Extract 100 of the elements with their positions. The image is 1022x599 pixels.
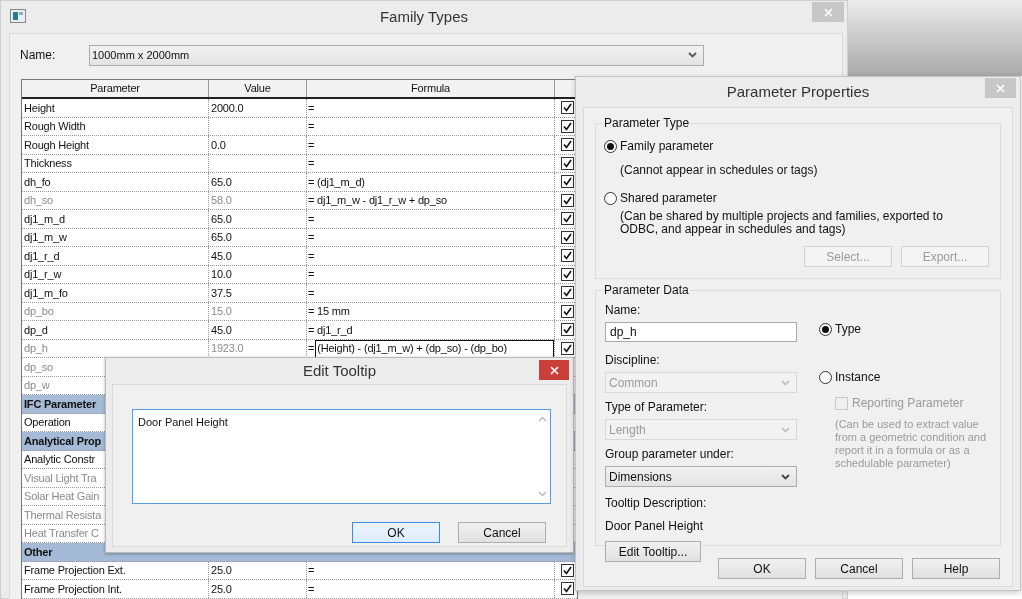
option-description: (Can be shared by multiple projects and families, exported to ODBC, and appear in schedules and tags) xyxy=(620,210,944,236)
parameter-name: dp_bo xyxy=(24,304,54,319)
formula-cell-text: = xyxy=(308,248,315,264)
value-cell-text: 25.0 xyxy=(211,581,232,597)
dialog-title: Edit Tooltip xyxy=(302,360,377,381)
close-icon xyxy=(549,365,559,375)
parameter-name: Thickness xyxy=(24,156,72,171)
formula-cell-text: = xyxy=(308,230,315,245)
checkbox[interactable] xyxy=(560,563,574,577)
parameter-name: Visual Light Tra xyxy=(24,470,97,486)
checkbox[interactable] xyxy=(560,101,574,115)
button[interactable]: OK xyxy=(718,558,806,579)
column-header: Value xyxy=(209,80,307,97)
parameter-name: Height xyxy=(24,100,55,116)
tooltip-text-area[interactable]: Door Panel Height xyxy=(132,409,551,504)
value-cell-text: 25.0 xyxy=(211,563,232,578)
value-cell-text: 15.0 xyxy=(211,304,232,319)
checkbox[interactable] xyxy=(560,582,574,596)
field-label: Group parameter under: xyxy=(605,446,735,463)
formula-field[interactable]: (Height) - (dj1_m_w) + (dp_so) - (dp_bo) xyxy=(315,339,554,358)
field-label: Tooltip Description: xyxy=(605,495,708,512)
radio-button[interactable] xyxy=(604,191,617,205)
group-header: Other xyxy=(24,544,53,560)
type-dropdown[interactable]: 1000mm x 2000mm xyxy=(89,44,704,66)
parameter-name: dj1_m_fo xyxy=(24,285,68,301)
value-cell-text: 65.0 xyxy=(211,211,232,227)
parameter-name: Solar Heat Gain xyxy=(24,489,100,504)
formula-cell-text: = xyxy=(308,267,315,282)
checkbox[interactable] xyxy=(560,119,574,133)
parameter-name: Frame Projection Int. xyxy=(24,581,122,597)
value-cell-text: 65.0 xyxy=(211,174,232,190)
checkbox[interactable] xyxy=(560,286,574,300)
button[interactable]: OK xyxy=(352,522,440,543)
group-header: IFC Parameter xyxy=(24,396,96,412)
radio-button[interactable] xyxy=(819,370,832,384)
parameter-name: Rough Height xyxy=(24,137,89,153)
button[interactable]: Help xyxy=(912,558,1000,579)
chevron-down-icon xyxy=(781,426,790,433)
help-text: (Can be used to extract value from a geometric condition and report it in a formula or as a schedulable parameter) xyxy=(835,418,988,470)
radio-label[interactable]: Family parameter xyxy=(620,137,714,155)
checkbox[interactable] xyxy=(560,138,574,152)
checkbox[interactable] xyxy=(560,175,574,189)
button[interactable]: Cancel xyxy=(458,522,546,543)
checkbox[interactable] xyxy=(560,342,574,355)
checkbox[interactable] xyxy=(560,304,574,318)
radio-label[interactable]: Type xyxy=(835,320,861,338)
value-cell-text: 10.0 xyxy=(211,267,232,282)
button[interactable]: Edit Tooltip... xyxy=(605,541,701,562)
parameter-name: Heat Transfer C xyxy=(24,526,99,541)
formula-cell-text: = dj1_m_w - dj1_r_w + dp_so xyxy=(308,193,447,208)
formula-cell-text: = dj1_r_d xyxy=(308,322,353,338)
formula-cell-text: = (dj1_m_d) xyxy=(308,174,365,190)
group-header: Analytical Prop xyxy=(24,433,102,449)
group-label: Parameter Data xyxy=(603,283,690,297)
checkbox[interactable] xyxy=(560,193,574,207)
value-cell-text: 45.0 xyxy=(211,322,232,338)
checkbox[interactable] xyxy=(560,323,574,337)
parameter-name: Operation xyxy=(24,415,71,430)
column-header: Formula xyxy=(307,80,555,97)
chevron-down-icon xyxy=(781,379,790,386)
group-label: Parameter Type xyxy=(603,116,691,130)
formula-cell-text: = xyxy=(308,341,315,357)
checkbox[interactable] xyxy=(560,230,574,244)
tooltip-text: Door Panel Height xyxy=(138,416,228,428)
formula-cell-text: = xyxy=(308,211,315,227)
parameter-name: dp_d xyxy=(24,322,48,338)
parameter-name: dh_fo xyxy=(24,174,51,190)
checkbox[interactable] xyxy=(560,156,574,170)
parameter-name: dp_so xyxy=(24,359,53,375)
checkbox[interactable] xyxy=(560,267,574,281)
parameter-name: Thermal Resista xyxy=(24,507,102,523)
formula-cell-text: = xyxy=(308,581,315,597)
radio-label[interactable]: Shared parameter xyxy=(620,189,717,207)
checkbox[interactable] xyxy=(560,249,574,263)
formula-cell-text: = xyxy=(308,119,315,134)
dialog-title: Parameter Properties xyxy=(726,81,870,102)
checkbox[interactable] xyxy=(560,212,574,226)
close-button[interactable] xyxy=(539,360,569,380)
app-icon xyxy=(10,9,26,23)
parameter-name: dj1_r_d xyxy=(24,248,60,264)
parameter-name: dj1_r_w xyxy=(24,267,62,282)
formula-cell-text: = xyxy=(308,137,315,153)
dropdown[interactable]: Dimensions xyxy=(605,466,797,487)
option-description: (Cannot appear in schedules or tags) xyxy=(620,162,819,179)
field-label: Discipline: xyxy=(605,352,661,369)
radio-button[interactable] xyxy=(819,322,832,336)
formula-cell-text: = xyxy=(308,285,315,301)
parameter-name: dh_so xyxy=(24,193,53,208)
value-cell-text: 1923.0 xyxy=(211,341,244,357)
name-label: Name: xyxy=(19,47,57,64)
button[interactable]: Cancel xyxy=(815,558,903,579)
radio-label[interactable]: Instance xyxy=(835,368,881,386)
close-icon xyxy=(996,83,1005,93)
parameter-name: Analytic Constr xyxy=(24,452,95,467)
column-header: Parameter xyxy=(22,80,209,97)
parameter-name: Rough Width xyxy=(24,119,86,134)
name-field[interactable]: dp_h xyxy=(605,322,797,342)
field-label: Name: xyxy=(605,302,642,319)
value-cell-text: 0.0 xyxy=(211,137,226,153)
radio-button[interactable] xyxy=(604,139,617,153)
